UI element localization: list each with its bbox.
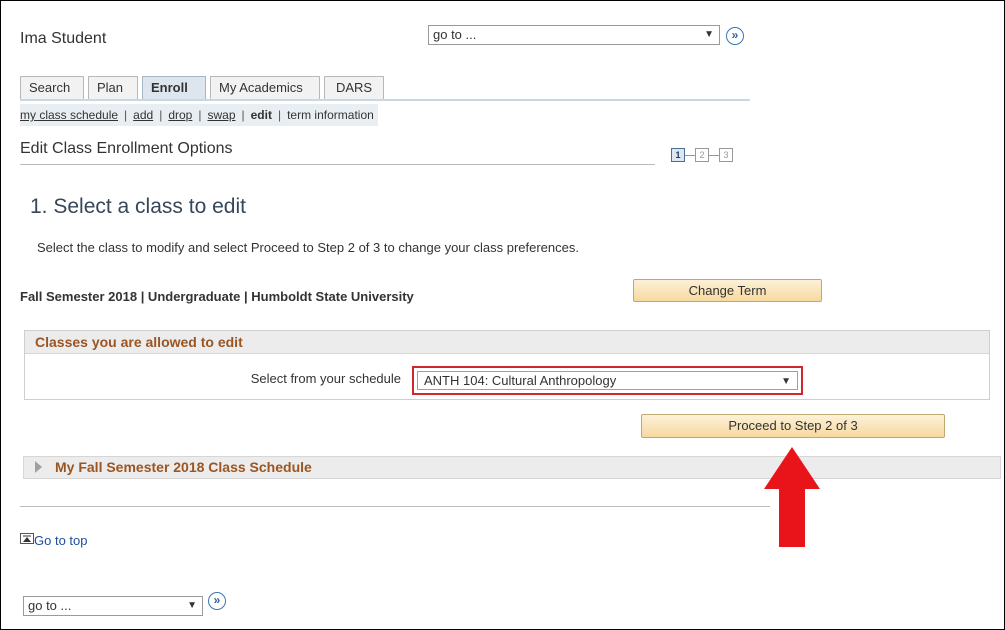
- footer-goto-dropdown-value: go to ...: [28, 598, 72, 613]
- step-heading: 1. Select a class to edit: [30, 195, 246, 218]
- instructions-text: Select the class to modify and select Pr…: [37, 240, 579, 255]
- step-connector: [709, 154, 719, 156]
- user-name: Ima Student: [20, 30, 107, 47]
- subnav-term-information[interactable]: term information: [287, 104, 374, 126]
- subnav-separator: |: [198, 108, 202, 122]
- tab-my-academics[interactable]: My Academics: [210, 76, 320, 100]
- dropdown-arrow-icon: ▼: [704, 29, 714, 40]
- title-divider: [20, 164, 655, 165]
- go-to-top-link[interactable]: Go to top: [34, 533, 87, 548]
- tab-enroll[interactable]: Enroll: [142, 76, 206, 100]
- footer-goto-go-button[interactable]: »: [208, 592, 226, 610]
- change-term-button[interactable]: Change Term: [633, 279, 822, 302]
- schedule-section-label: My Fall Semester 2018 Class Schedule: [55, 459, 312, 475]
- dropdown-arrow-icon: ▼: [187, 600, 197, 611]
- footer-goto-dropdown[interactable]: go to ... ▼: [23, 596, 203, 616]
- subnav-my-class-schedule[interactable]: my class schedule: [20, 104, 118, 126]
- proceed-step-2-button[interactable]: Proceed to Step 2 of 3: [641, 414, 945, 438]
- annotation-arrow-icon: [764, 447, 820, 547]
- subnav-edit: edit: [250, 108, 272, 122]
- step-3-box: 3: [719, 148, 733, 162]
- subnav-add[interactable]: add: [133, 104, 153, 126]
- tab-dars[interactable]: DARS: [324, 76, 384, 100]
- dropdown-arrow-icon: ▼: [781, 376, 791, 387]
- page-title: Edit Class Enrollment Options: [20, 140, 233, 157]
- classes-panel: Classes you are allowed to edit Select f…: [24, 330, 990, 400]
- enroll-subnav: my class schedule | add | drop | swap | …: [20, 104, 378, 126]
- tab-bar: Search Plan Enroll My Academics DARS: [20, 76, 384, 100]
- subnav-separator: |: [241, 108, 245, 122]
- step-connector: [685, 154, 695, 156]
- footer-divider: [20, 506, 770, 507]
- tab-plan[interactable]: Plan: [88, 76, 138, 100]
- goto-dropdown[interactable]: go to ... ▼: [428, 25, 720, 45]
- step-indicator: 1 2 3: [671, 148, 733, 162]
- annotation-highlight-box: ANTH 104: Cultural Anthropology ▼: [412, 366, 803, 395]
- classes-panel-header: Classes you are allowed to edit: [25, 331, 989, 354]
- class-select-dropdown[interactable]: ANTH 104: Cultural Anthropology ▼: [417, 371, 798, 390]
- schedule-section-toggle[interactable]: My Fall Semester 2018 Class Schedule: [23, 456, 1001, 479]
- go-to-top-icon[interactable]: [20, 531, 34, 549]
- term-info: Fall Semester 2018 | Undergraduate | Hum…: [20, 289, 414, 304]
- subnav-swap[interactable]: swap: [207, 104, 235, 126]
- goto-dropdown-value: go to ...: [433, 27, 477, 42]
- subnav-separator: |: [159, 108, 163, 122]
- step-2-box: 2: [695, 148, 709, 162]
- subnav-separator: |: [124, 108, 128, 122]
- expand-triangle-icon: [35, 461, 42, 473]
- class-select-value: ANTH 104: Cultural Anthropology: [424, 373, 617, 388]
- tab-divider: [20, 99, 750, 101]
- step-1-box: 1: [671, 148, 685, 162]
- subnav-separator: |: [277, 108, 282, 122]
- select-schedule-label: Select from your schedule: [250, 371, 401, 386]
- goto-go-button[interactable]: »: [726, 27, 744, 45]
- tab-search[interactable]: Search: [20, 76, 84, 100]
- subnav-drop[interactable]: drop: [168, 104, 192, 126]
